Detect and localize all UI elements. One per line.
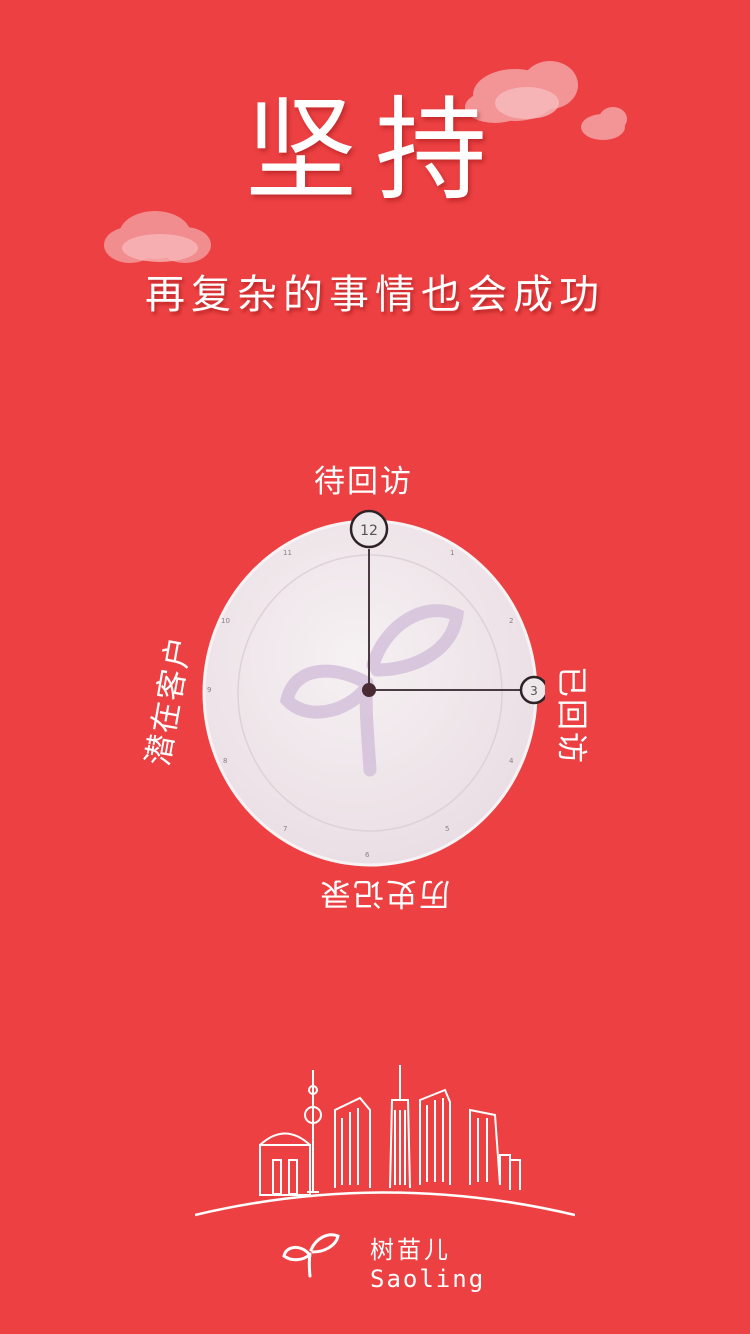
label-visited[interactable]: 已回访 <box>553 666 589 765</box>
label-potential-customers[interactable]: 潜在客户 <box>140 632 198 768</box>
hour-marker-5: 5 <box>445 825 449 833</box>
sprout-watermark-icon <box>279 604 464 777</box>
clock-center-pin <box>362 683 376 697</box>
clock-face[interactable]: 11 1 2 10 9 8 4 7 5 6 12 3 <box>195 505 545 875</box>
hour-marker-1: 1 <box>450 549 454 557</box>
headline-subtitle: 再复杂的事情也会成功 <box>145 272 605 318</box>
label-history[interactable]: 历史记录 <box>318 875 450 911</box>
cloud-left-decoration <box>104 211 211 263</box>
city-skyline-illustration <box>195 1065 575 1217</box>
hour-marker-8: 8 <box>223 757 227 765</box>
hour-marker-9: 9 <box>207 686 211 694</box>
hour-marker-6: 6 <box>365 851 370 859</box>
hour-marker-4: 4 <box>509 757 514 765</box>
brand-name: 树苗儿 <box>370 1236 451 1264</box>
hour-marker-3: 3 <box>530 684 538 698</box>
brand-name-english: Saoling <box>370 1265 486 1293</box>
label-pending-visit[interactable]: 待回访 <box>314 467 413 498</box>
headline-title: 坚持 <box>245 86 505 216</box>
minute-hand-knob[interactable]: 12 <box>349 509 389 549</box>
hour-marker-7: 7 <box>283 825 287 833</box>
hour-hand-knob[interactable]: 3 <box>519 675 545 705</box>
hour-marker-11: 11 <box>283 549 292 557</box>
hour-marker-12: 12 <box>360 523 378 539</box>
hour-marker-2: 2 <box>509 617 513 625</box>
sprout-logo-icon <box>282 1233 340 1278</box>
hour-marker-10: 10 <box>221 617 230 625</box>
